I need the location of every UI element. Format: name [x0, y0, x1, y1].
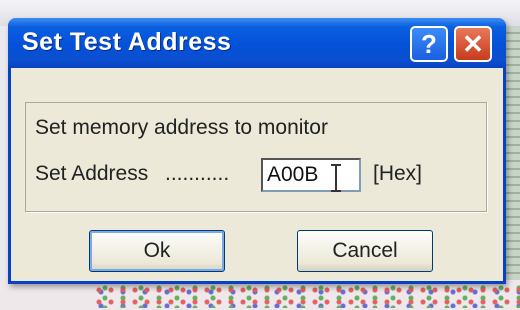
help-button[interactable]: ? — [410, 26, 448, 62]
set-test-address-dialog: Set Test Address ? ✕ Set memory address … — [8, 18, 506, 284]
background-app-bottom — [0, 280, 520, 310]
title-bar[interactable]: Set Test Address ? ✕ — [8, 18, 506, 68]
dialog-description: Set memory address to monitor — [35, 116, 328, 139]
background-pattern — [95, 284, 520, 308]
help-icon: ? — [421, 28, 437, 59]
close-icon: ✕ — [462, 28, 484, 59]
address-input[interactable] — [261, 158, 361, 192]
close-button[interactable]: ✕ — [454, 26, 492, 62]
ok-button[interactable]: Ok — [89, 230, 225, 272]
address-dots: ........... — [165, 162, 230, 185]
dialog-title: Set Test Address — [22, 28, 232, 56]
background-app-edge — [506, 26, 520, 286]
cancel-button[interactable]: Cancel — [297, 230, 433, 272]
address-label: Set Address — [35, 162, 149, 185]
hex-unit-label: [Hex] — [373, 162, 423, 185]
text-cursor-icon — [331, 164, 341, 192]
dialog-content: Set memory address to monitor Set Addres… — [11, 68, 503, 281]
